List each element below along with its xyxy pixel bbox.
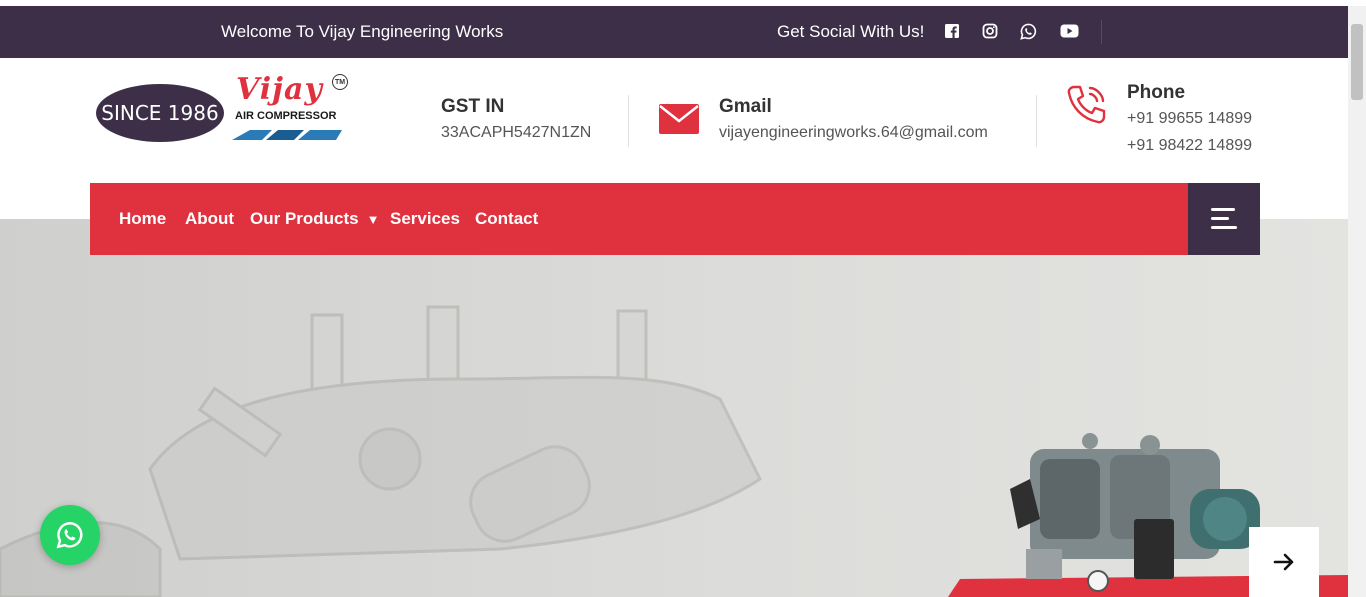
main-navigation: Home About Our Products ▼ Services Contac… (90, 183, 1260, 255)
header-divider (1036, 95, 1037, 147)
menu-toggle-button[interactable] (1188, 183, 1260, 255)
nav-about[interactable]: About (185, 209, 234, 229)
brand-name: Vijay (236, 72, 323, 107)
whatsapp-icon[interactable] (1017, 20, 1039, 42)
nav-our-products[interactable]: Our Products ▼ (250, 209, 380, 229)
mail-icon (659, 102, 699, 134)
whatsapp-icon (56, 522, 83, 549)
phone-icon (1065, 82, 1109, 126)
nav-our-products-label: Our Products (250, 209, 359, 228)
gmail-title: Gmail (719, 96, 772, 117)
gst-value: 33ACAPH5427N1ZN (441, 124, 592, 141)
youtube-icon[interactable] (1058, 20, 1080, 42)
menu-icon (1211, 208, 1237, 229)
top-bar: Welcome To Vijay Engineering Works Get S… (0, 6, 1348, 58)
page-scrollbar[interactable] (1348, 6, 1366, 597)
welcome-text: Welcome To Vijay Engineering Works (221, 22, 504, 41)
brand-tagline: AIR COMPRESSOR (235, 110, 337, 122)
hero-background-image (0, 219, 1348, 597)
nav-services[interactable]: Services (390, 209, 460, 229)
header-divider (628, 95, 629, 147)
social-label: Get Social With Us! (777, 22, 925, 41)
logo-stripe-graphic (232, 130, 342, 140)
since-badge: SINCE 1986 (96, 84, 224, 142)
nav-home[interactable]: Home (119, 209, 166, 229)
scrollbar-thumb[interactable] (1351, 24, 1363, 100)
slider-next-button[interactable] (1249, 527, 1319, 597)
phone-number-2[interactable]: +91 98422 14899 (1127, 137, 1252, 155)
phone-number-1[interactable]: +91 99655 14899 (1127, 110, 1252, 128)
company-logo[interactable]: SINCE 1986 Vijay TM AIR COMPRESSOR (96, 72, 352, 148)
gmail-link[interactable]: vijayengineeringworks.64@gmail.com (719, 124, 988, 142)
instagram-icon[interactable] (979, 20, 1001, 42)
hero-slider (0, 219, 1348, 597)
whatsapp-chat-button[interactable] (40, 505, 100, 565)
nav-contact[interactable]: Contact (475, 209, 538, 229)
caret-down-icon: ▼ (366, 212, 380, 227)
facebook-icon[interactable] (941, 20, 963, 42)
trademark-badge: TM (332, 74, 348, 90)
gst-title: GST IN (441, 96, 505, 117)
phone-title: Phone (1127, 82, 1186, 103)
arrow-right-icon (1273, 553, 1294, 571)
topbar-divider (1101, 20, 1102, 44)
